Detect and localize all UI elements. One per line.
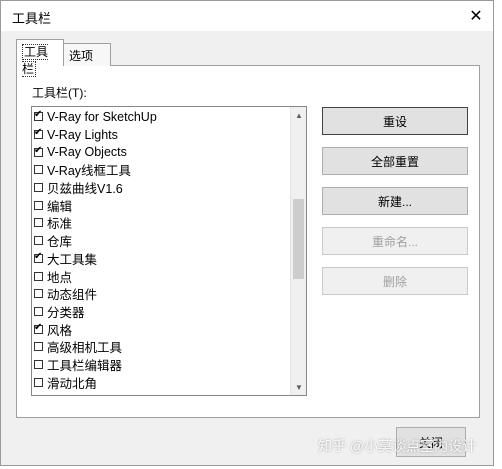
toolbar-item-label: 标准: [47, 217, 73, 232]
toolbar-checkbox[interactable]: [34, 306, 43, 316]
tab-options-label: 选项: [69, 49, 94, 63]
toolbar-checkbox[interactable]: [34, 342, 43, 352]
toolbar-listbox[interactable]: V-Ray for SketchUp V-Ray Lights V-Ray Obje…: [31, 106, 307, 396]
toolbar-list-item[interactable]: 滑动北角: [34, 373, 290, 391]
toolbar-list-item[interactable]: 地点: [34, 267, 290, 285]
toolbar-checkbox[interactable]: [34, 200, 43, 210]
toolbar-item-label: V-Ray Objects: [47, 145, 127, 160]
delete-button[interactable]: 删除: [322, 267, 468, 295]
toolbar-checkbox[interactable]: [34, 377, 43, 387]
toolbar-list-item[interactable]: V-Ray Lights: [34, 126, 290, 144]
toolbar-list-item[interactable]: 贝兹曲线V1.6: [34, 179, 290, 197]
toolbar-checkbox[interactable]: [34, 236, 43, 246]
toolbar-list-item[interactable]: V-Ray Objects: [34, 143, 290, 161]
toolbar-list-item[interactable]: 动态组件: [34, 285, 290, 303]
toolbar-list-item[interactable]: 工具栏编辑器: [34, 356, 290, 374]
toolbar-item-label: 大工具集: [47, 252, 98, 267]
toolbars-dialog: 工具栏 ✕ 工具栏 选项 工具栏(T): V-Ray for SketchUpV…: [0, 0, 494, 466]
tab-toolbars[interactable]: 工具栏: [16, 39, 64, 77]
close-icon[interactable]: ✕: [465, 5, 487, 27]
reset-button[interactable]: 重设: [322, 107, 468, 135]
background-strip: [494, 0, 502, 469]
title-bar[interactable]: 工具栏 ✕: [1, 1, 493, 31]
toolbar-item-label: 高级相机工具: [47, 341, 123, 356]
rename-button[interactable]: 重命名...: [322, 227, 468, 255]
toolbar-item-label: 地点: [47, 270, 73, 285]
toolbar-checkbox[interactable]: [34, 359, 43, 369]
toolbar-checkbox[interactable]: [34, 218, 43, 228]
toolbar-list-label: 工具栏(T):: [32, 86, 87, 100]
listbox-scrollbar[interactable]: ▲ ▼: [290, 107, 306, 395]
toolbars-tab-panel: 工具栏(T): V-Ray for SketchUpV-Ray LightsV-…: [16, 65, 480, 418]
toolbar-list-item[interactable]: 标准: [34, 214, 290, 232]
toolbar-checkbox[interactable]: [34, 109, 43, 122]
toolbar-checkbox[interactable]: [34, 289, 43, 299]
toolbar-item-label: 动态组件: [47, 288, 98, 303]
toolbar-list-item[interactable]: 高级相机工具: [34, 338, 290, 356]
toolbar-item-label: V-Ray线框工具: [47, 164, 132, 179]
toolbar-checkbox[interactable]: [34, 322, 43, 334]
reset-all-button[interactable]: 全部重置: [322, 147, 468, 175]
toolbar-item-label: 编辑: [47, 199, 73, 214]
toolbar-list-item[interactable]: 仓库: [34, 232, 290, 250]
watermark: 知乎 @小莫谈点室内设计: [318, 438, 477, 454]
toolbar-item-label: 风格: [47, 323, 73, 338]
toolbar-item-label: V-Ray Lights: [47, 127, 118, 142]
toolbar-list-item[interactable]: V-Ray for SketchUp: [34, 108, 290, 126]
toolbar-checkbox[interactable]: [34, 165, 43, 175]
toolbar-list-item[interactable]: V-Ray线框工具: [34, 161, 290, 179]
toolbar-item-label: 工具栏编辑器: [47, 358, 123, 373]
toolbar-item-label: V-Ray for SketchUp: [47, 109, 157, 124]
toolbar-list-item[interactable]: 大工具集: [34, 250, 290, 268]
toolbar-checkbox[interactable]: [34, 127, 43, 140]
toolbar-item-label: 贝兹曲线V1.6: [47, 182, 123, 197]
new-toolbar-button[interactable]: 新建...: [322, 187, 468, 215]
toolbar-checkbox[interactable]: [34, 251, 43, 263]
toolbar-item-label: 分类器: [47, 305, 85, 320]
toolbar-list-items: V-Ray for SketchUp V-Ray Lights V-Ray Obje…: [34, 108, 290, 391]
dialog-title: 工具栏: [12, 11, 52, 26]
toolbar-item-label: 仓库: [47, 235, 73, 250]
scroll-up-arrow-icon[interactable]: ▲: [291, 107, 306, 123]
scroll-thumb[interactable]: [293, 199, 304, 279]
toolbar-list-item[interactable]: 风格: [34, 320, 290, 338]
tab-options[interactable]: 选项: [63, 43, 111, 66]
toolbar-list-item[interactable]: 分类器: [34, 303, 290, 321]
scroll-down-arrow-icon[interactable]: ▼: [291, 379, 306, 395]
toolbar-list-item[interactable]: 编辑: [34, 196, 290, 214]
toolbar-checkbox[interactable]: [34, 183, 43, 193]
toolbar-checkbox[interactable]: [34, 271, 43, 281]
toolbar-item-label: 滑动北角: [47, 376, 98, 391]
toolbar-checkbox[interactable]: [34, 145, 43, 157]
